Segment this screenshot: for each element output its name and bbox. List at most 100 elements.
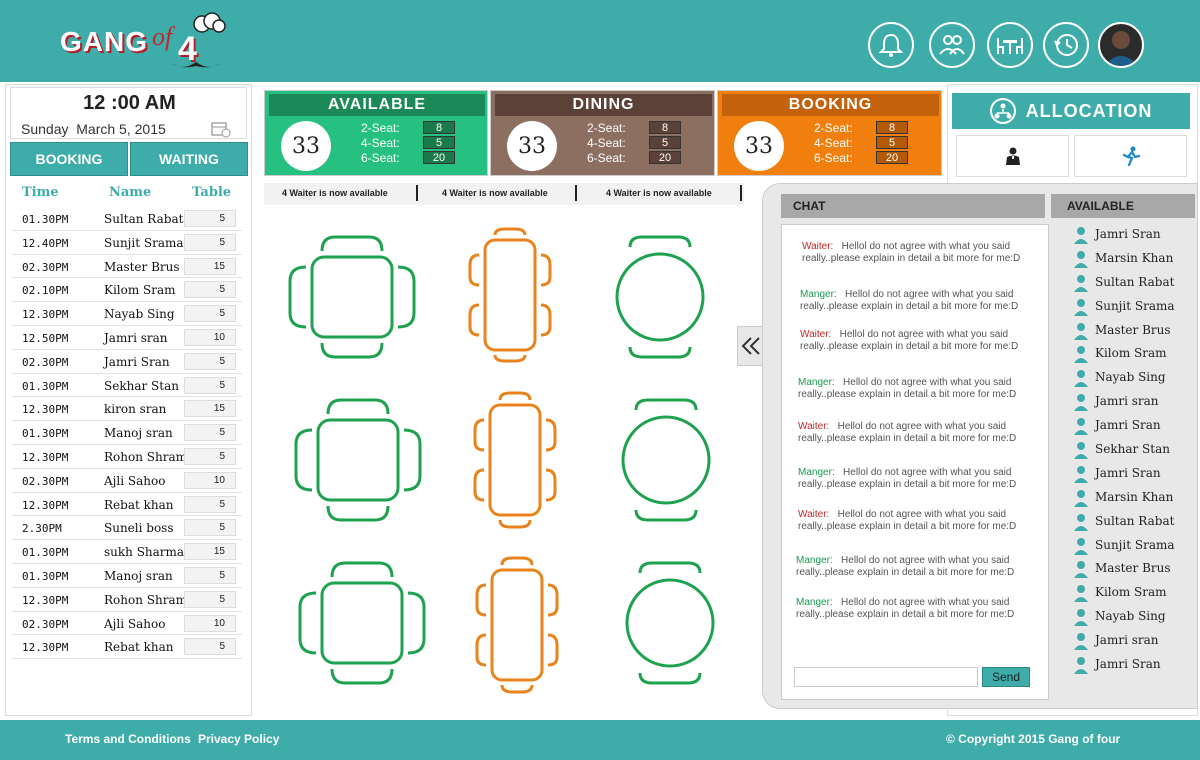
chat-message: Manger: Hellol do not agree with what yo… [796,597,1015,620]
list-item[interactable]: Jamri Sran [1073,224,1193,248]
history-icon[interactable] [1043,22,1089,68]
user-avatar[interactable] [1098,22,1144,68]
table-row[interactable]: 12.30PM Nayab Sing 5 [12,302,242,326]
table-row[interactable]: 12.50PM Jamri sran 10 [12,326,242,350]
table-row[interactable]: 02.30PM Master Brus 15 [12,255,242,279]
reservation-table: 15 [184,543,236,561]
table-row[interactable]: 01.30PM Sekhar Stan 5 [12,374,242,398]
send-button[interactable]: Send [982,667,1030,687]
waiter-allocation-button[interactable] [956,135,1069,177]
staff-name: Jamri Sran [1095,465,1161,480]
list-item[interactable]: Master Brus [1073,558,1193,582]
reservation-time: 12.40PM [22,236,69,250]
list-item[interactable]: Master Brus [1073,320,1193,344]
collapse-panel-button[interactable] [737,326,765,366]
list-item[interactable]: Sekhar Stan [1073,439,1193,463]
clock-date-text: March 5, 2015 [76,121,166,137]
table-row[interactable]: 01.30PM Manoj sran 5 [12,421,242,445]
list-item[interactable]: Nayab Sing [1073,606,1193,630]
double-chevron-left-icon [741,337,760,355]
list-item[interactable]: Marsin Khan [1073,248,1193,272]
reservation-name: sukh Sharma [104,545,185,560]
chat-messages[interactable]: Manger: Hellol do not agree with what yo… [781,224,1049,700]
list-item[interactable]: Kilom Sram [1073,343,1193,367]
calendar-icon[interactable] [211,120,231,138]
reservation-list: 01.30PM Sultan Rabat 5 12.40PM Sunjit Srama 5… [12,207,242,660]
users-icon[interactable] [929,22,975,68]
table-row[interactable]: 01.30PM Sultan Rabat 5 [12,207,242,231]
mustache-icon [170,62,222,68]
square-table[interactable] [288,235,416,359]
reservation-table: 5 [184,305,236,323]
list-item[interactable]: Sultan Rabat [1073,511,1193,535]
reservation-table: 5 [184,447,236,465]
table-row[interactable]: 12.30PM Rohon Shrama 5 [12,588,242,612]
list-item[interactable]: Sultan Rabat [1073,272,1193,296]
list-item[interactable]: Marsin Khan [1073,487,1193,511]
list-item[interactable]: Jamri Sran [1073,415,1193,439]
table-row[interactable]: 01.30PM sukh Sharma 15 [12,540,242,564]
table-row[interactable]: 02.30PM Ajli Sahoo 10 [12,469,242,493]
table-row[interactable]: 12.40PM Sunjit Srama 5 [12,231,242,255]
round-table[interactable] [615,235,705,359]
table-row[interactable]: 12.30PM Rohon Shrama 5 [12,445,242,469]
round-table[interactable] [625,561,715,685]
long-table[interactable] [468,227,552,363]
ticker-divider [575,185,577,201]
table-row[interactable]: 02.10PM Kilom Sram 5 [12,278,242,303]
list-item[interactable]: Jamri Sran [1073,654,1193,678]
table-row[interactable]: 12.30PM kiron sran 15 [12,397,242,422]
available-status-card[interactable]: AVAILABLE 33 2-Seat: 4-Seat: 6-Seat: 8 5… [264,90,488,176]
chat-input[interactable] [794,667,978,687]
seat-2-label: 2-Seat: [361,121,400,135]
brand-logo[interactable]: GANG of 4 [60,12,230,72]
list-item[interactable]: Jamri sran [1073,391,1193,415]
reservation-time: 02.30PM [22,474,69,488]
person-icon [1074,585,1088,603]
chat-message: Manger: Hellol do not agree with what yo… [798,377,1017,400]
list-item[interactable]: Jamri Sran [1073,463,1193,487]
staff-name: Jamri Sran [1095,418,1161,433]
chat-message: Manger: Hellol do not agree with what yo… [800,289,1019,312]
table-row[interactable]: 01.30PM Manoj sran 5 [12,564,242,588]
clock-time: 12 :00 AM [83,92,176,114]
chat-message: Manger: Hellol do not agree with what yo… [798,467,1017,490]
list-item[interactable]: Sunjit Srama [1073,296,1193,320]
list-item[interactable]: Nayab Sing [1073,367,1193,391]
long-table[interactable] [475,556,559,694]
reservation-name: Jamri Sran [104,354,170,369]
chef-hat-icon [193,12,226,33]
reservation-table: 15 [184,400,236,418]
person-icon [1074,250,1088,268]
tab-waiting[interactable]: WAITING [130,142,248,176]
bell-icon[interactable] [868,22,914,68]
table-icon[interactable] [987,22,1033,68]
allocation-button[interactable]: ALLOCATION [952,93,1190,129]
table-row[interactable]: 12.30PM Rebat khan 5 [12,493,242,517]
runner-allocation-button[interactable] [1074,135,1187,177]
list-item[interactable]: Jamri sran [1073,630,1193,654]
table-row[interactable]: 02.30PM Ajli Sahoo 10 [12,612,242,636]
tab-booking[interactable]: BOOKING [10,142,128,176]
reservation-time: 12.30PM [22,403,69,417]
reservation-table: 5 [184,495,236,513]
table-row[interactable]: 2.30PM Suneli boss 5 [12,516,242,541]
person-icon [1074,346,1088,364]
person-icon [1074,657,1088,675]
table-row[interactable]: 02.30PM Jamri Sran 5 [12,350,242,374]
booking-status-card[interactable]: BOOKING 33 2-Seat: 4-Seat: 6-Seat: 8 5 2… [717,90,942,176]
reservation-time: 02.30PM [22,617,69,631]
terms-link[interactable]: Terms and Conditions [65,732,191,746]
list-item[interactable]: Sunjit Srama [1073,535,1193,559]
dining-status-card[interactable]: DINING 33 2-Seat: 4-Seat: 6-Seat: 8 5 20 [490,90,715,176]
list-item[interactable]: Kilom Sram [1073,582,1193,606]
square-table[interactable] [294,398,422,522]
privacy-link[interactable]: Privacy Policy [198,732,279,746]
table-row[interactable]: 12.30PM Rebat khan 5 [12,635,242,660]
square-table[interactable] [298,561,426,685]
person-icon [1074,418,1088,436]
round-table[interactable] [621,398,711,522]
long-table[interactable] [473,391,557,529]
waiter-icon [1005,147,1020,165]
person-icon [1074,609,1088,627]
